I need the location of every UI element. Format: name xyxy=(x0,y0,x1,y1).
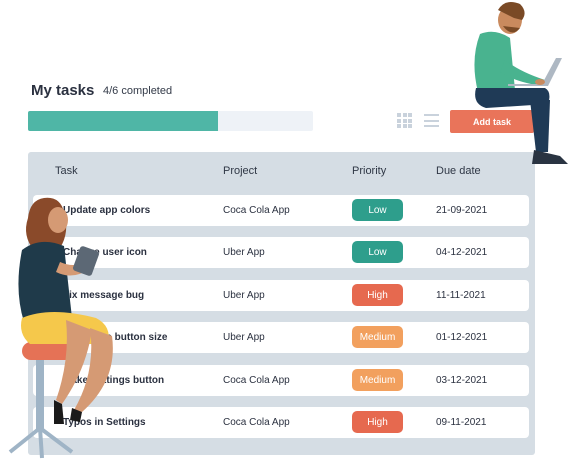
man-with-laptop-illustration xyxy=(474,2,568,164)
illustration-layer xyxy=(8,2,568,459)
woman-with-tablet-illustration xyxy=(8,197,113,459)
